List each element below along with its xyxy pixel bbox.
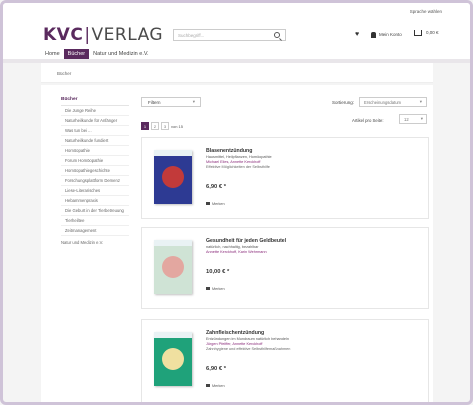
user-icon [371,32,376,38]
sort-select[interactable]: Erscheinungsdatum [359,97,427,107]
browser-frame: Sprache wählen KVC|VERLAG Suchbegriff...… [0,0,473,405]
cart-icon [414,30,422,36]
remember-button[interactable]: Merken [206,384,416,388]
sidebar-item[interactable]: Hebammenpraxis [61,196,129,206]
page-3-button[interactable]: 3 [161,122,169,130]
remember-label: Merken [212,287,225,291]
main-content: Bücher Die Junge Reihe Naturheilkunde fü… [41,85,433,402]
filter-label: Filtern [148,100,161,105]
sidebar-item[interactable]: Naturheilkunde für Anfänger [61,116,129,126]
product-cover[interactable] [154,150,192,204]
per-page-value: 12 [404,117,409,122]
product-info: Blasenentzündung Hausmittel, Heilpflanze… [206,148,416,206]
nav-item-home[interactable]: Home [41,49,64,59]
filter-button[interactable]: Filtern [141,97,201,107]
sidebar-title[interactable]: Bücher [61,95,129,106]
sort-value: Erscheinungsdatum [364,100,402,105]
product-cover[interactable] [154,240,192,294]
sidebar-item[interactable]: Zeitmanagement [61,226,129,236]
page-count: von 15 [171,124,184,129]
remember-label: Merken [212,202,225,206]
sidebar-item[interactable]: Was tun bei ... [61,126,129,136]
cart-button[interactable]: 0,00 € [414,30,439,36]
sort-label: Sortierung: [332,100,355,105]
product-title[interactable]: Gesundheit für jeden Geldbeutel [206,238,416,245]
remember-label: Merken [212,384,225,388]
heart-icon [206,384,210,387]
sidebar-item[interactable]: Forschungsplattform Demenz [61,176,129,186]
product-card[interactable]: Gesundheit für jeden Geldbeutel natürlic… [141,227,429,309]
cover-band [154,332,192,338]
remember-button[interactable]: Merken [206,202,416,206]
product-card[interactable]: Zahnfleischentzündung Entzündungen im Mu… [141,319,429,402]
nav-item-buecher[interactable]: Bücher [63,49,90,59]
language-selector[interactable]: Sprache wählen [410,9,442,14]
cover-band [154,240,192,246]
main-nav: Home Bücher Natur und Medizin e.V. [41,49,153,59]
logo-bold: KVC [43,25,84,45]
product-card[interactable]: Blasenentzündung Hausmittel, Heilpflanze… [141,137,429,219]
pagination: 1 2 3 von 15 [141,115,185,130]
heart-icon[interactable]: ♥ [355,31,359,38]
sidebar-root-item[interactable]: Natur und Medizin e.V. [61,237,129,248]
cover-band [154,150,192,156]
breadcrumb: Bücher [41,63,433,83]
cart-total: 0,00 € [426,30,439,36]
sidebar-item[interactable]: Homöopathie [61,146,129,156]
heart-icon [206,287,210,290]
sidebar-item[interactable]: Liese-Literarisches [61,186,129,196]
product-info: Zahnfleischentzündung Entzündungen im Mu… [206,330,416,388]
cover-art [162,256,184,278]
logo-divider: | [84,25,91,45]
account-label: Mein Konto [379,32,402,38]
account-button[interactable]: Mein Konto [371,32,402,38]
sidebar-item[interactable]: Tierheiltee [61,216,129,226]
sidebar-item[interactable]: Naturheilkunde fundiert [61,136,129,146]
product-title[interactable]: Blasenentzündung [206,148,416,155]
product-title[interactable]: Zahnfleischentzündung [206,330,416,337]
breadcrumb-item[interactable]: Bücher [57,71,71,76]
heart-icon [206,202,210,205]
sidebar-item[interactable]: Die Junge Reihe [61,106,129,116]
product-price: 10,00 € * [206,269,230,275]
sidebar-item[interactable]: Homöopathiegeschichte [61,166,129,176]
search-placeholder: Suchbegriff... [178,33,205,38]
sidebar-item[interactable]: Die Geburt in der Tierbetreuung [61,206,129,216]
sidebar-item[interactable]: Forum Homöopathie [61,156,129,166]
cover-art [162,348,184,370]
page-1-button[interactable]: 1 [141,122,149,130]
category-sidebar: Bücher Die Junge Reihe Naturheilkunde fü… [61,95,129,248]
per-page-select[interactable]: 12 [399,114,427,124]
product-price: 6,90 € * [206,366,226,372]
search-icon[interactable] [274,32,280,38]
product-description: Zahnhygiene und effektive Selbsthilfemaß… [206,347,291,351]
search-input[interactable]: Suchbegriff... [173,29,286,41]
site-logo[interactable]: KVC|VERLAG [43,25,163,45]
product-cover[interactable] [154,332,192,386]
nav-item-natur-und-medizin[interactable]: Natur und Medizin e.V. [89,49,152,59]
product-price: 6,90 € * [206,184,226,190]
cover-art [162,166,184,188]
product-description: Effektive Möglichkeiten der Selbsthilfe [206,165,270,169]
logo-rest: VERLAG [91,25,164,45]
remember-button[interactable]: Merken [206,287,416,291]
per-page-label: Artikel pro Seite: [352,118,384,123]
product-info: Gesundheit für jeden Geldbeutel natürlic… [206,238,416,291]
product-authors[interactable]: Annette Kerckhoff, Karin Wehrmann [206,250,416,255]
site-header: Sprache wählen KVC|VERLAG Suchbegriff...… [3,3,470,59]
page-2-button[interactable]: 2 [151,122,159,130]
listing-toolbar: Filtern Sortierung: Erscheinungsdatum 12… [141,97,429,130]
